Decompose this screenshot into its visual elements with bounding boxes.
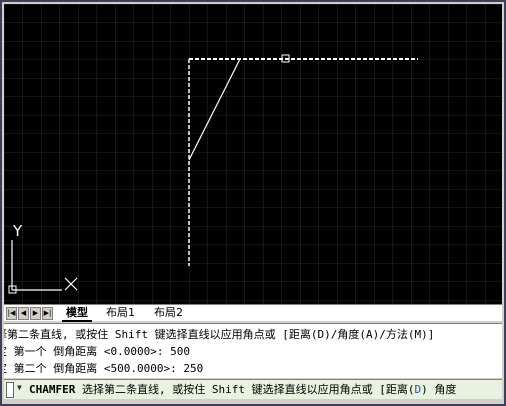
command-history: 择第二条直线, 或按住 Shift 键选择直线以应用角点或 [距离(D)/角度(… <box>4 323 502 378</box>
command-line[interactable]: ▼ CHAMFER 选择第二条直线, 或按住 Shift 键选择直线以应用角点或… <box>4 379 502 399</box>
command-prompt[interactable]: CHAMFER 选择第二条直线, 或按住 Shift 键选择直线以应用角点或 [… <box>29 382 456 397</box>
command-prompt-text: 选择第二条直线, 或按住 Shift 键选择直线以应用角点或 [距离( <box>81 383 415 396</box>
grid <box>4 4 502 304</box>
status-bar <box>2 399 504 404</box>
tab-layout2[interactable]: 布局2 <box>150 305 187 320</box>
tab-model[interactable]: 模型 <box>62 305 92 322</box>
ucs-y-label: Y <box>12 222 23 240</box>
autocad-window: Y |◀ ◀ ▶ ▶| 模型 布局1 布局2 择第二条直线, 或按住 Shift… <box>2 2 504 404</box>
tab-nav-first-button[interactable]: |◀ <box>6 307 17 320</box>
command-prompt-tail: ) 角度 <box>421 383 457 396</box>
layout-tab-bar: |◀ ◀ ▶ ▶| 模型 布局1 布局2 <box>4 304 502 322</box>
history-line: 定 第一个 倒角距离 <0.0000>: 500 <box>4 345 190 358</box>
drawing-canvas[interactable]: Y <box>4 4 502 304</box>
tab-nav-next-button[interactable]: ▶ <box>30 307 41 320</box>
history-line: 择第二条直线, 或按住 Shift 键选择直线以应用角点或 [距离(D)/角度(… <box>4 328 435 341</box>
command-line-grip-icon[interactable] <box>6 382 14 398</box>
command-name: CHAMFER <box>29 383 76 396</box>
tab-nav-prev-button[interactable]: ◀ <box>18 307 29 320</box>
tab-layout1[interactable]: 布局1 <box>102 305 139 320</box>
history-line: 定 第二个 倒角距离 <500.0000>: 250 <box>4 362 204 375</box>
tab-nav-last-button[interactable]: ▶| <box>42 307 53 320</box>
chevron-down-icon[interactable]: ▼ <box>17 383 22 392</box>
drawing-area-svg[interactable]: Y <box>4 4 502 304</box>
